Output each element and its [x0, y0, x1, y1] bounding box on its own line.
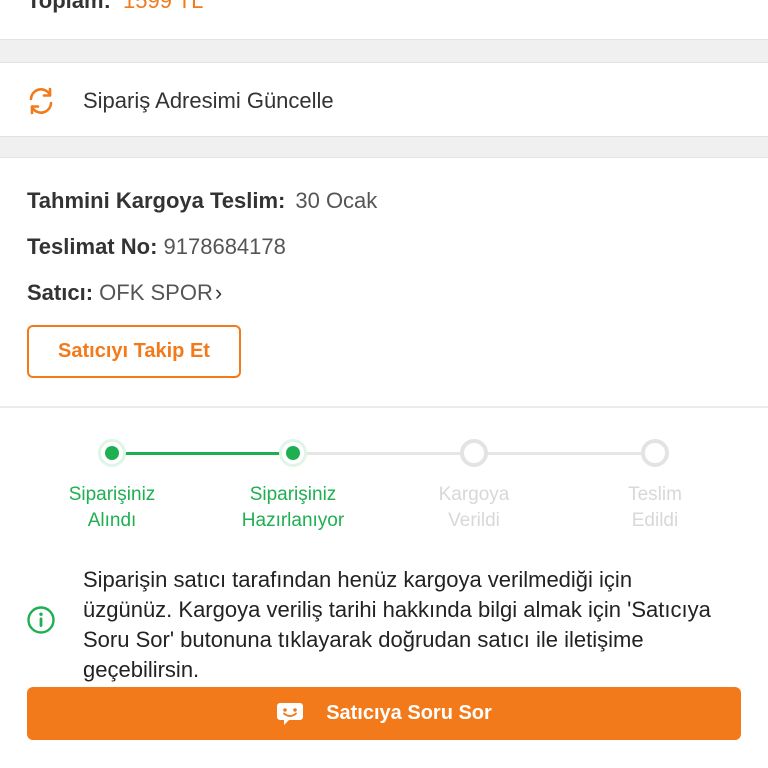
ask-seller-button[interactable]: Satıcıya Soru Sor: [27, 687, 741, 740]
step-label-received: Siparişiniz Alındı: [32, 482, 192, 534]
seller-label: Satıcı:: [27, 280, 94, 305]
order-total: Toplam: 1599 TL: [27, 0, 203, 14]
chat-bubble-icon: [277, 702, 304, 725]
step-label-line: Alındı: [87, 510, 137, 531]
step-label-line: Siparişiniz: [68, 484, 156, 505]
step-dot-received: [98, 439, 126, 467]
update-address-label: Sipariş Adresimi Güncelle: [83, 88, 334, 113]
step-dot-delivered: [641, 439, 669, 467]
seller-name-link[interactable]: OFK SPOR: [99, 280, 213, 305]
step-label-line: Edildi: [631, 510, 679, 531]
order-summary-card: Toplam: 1599 TL: [0, 0, 768, 40]
update-address-row[interactable]: Sipariş Adresimi Güncelle: [0, 62, 768, 137]
step-dot-preparing: [279, 439, 307, 467]
seller-row[interactable]: Satıcı: OFK SPOR›: [27, 280, 222, 306]
total-label: Toplam:: [27, 0, 111, 13]
delivery-number-label: Teslimat No:: [27, 234, 158, 259]
step-label-line: Teslim: [628, 484, 682, 505]
shipping-delay-notice: Siparişin satıcı tarafından henüz kargoy…: [83, 567, 711, 682]
step-label-delivered: Teslim Edildi: [575, 482, 735, 534]
estimated-delivery-value: 30 Ocak: [295, 188, 378, 213]
delivery-number-row: Teslimat No: 9178684178: [27, 234, 286, 260]
delivery-number-value: 9178684178: [163, 234, 286, 259]
total-value: 1599 TL: [123, 0, 204, 13]
estimated-delivery-row: Tahmini Kargoya Teslim: 30 Ocak: [27, 188, 377, 214]
chevron-right-icon: ›: [214, 280, 223, 305]
step-label-line: Hazırlanıyor: [241, 510, 345, 531]
estimated-delivery-label: Tahmini Kargoya Teslim:: [27, 188, 286, 213]
step-label-line: Siparişiniz: [249, 484, 337, 505]
step-label-line: Kargoya: [438, 484, 510, 505]
section-divider: [0, 406, 768, 408]
step-dot-shipped: [460, 439, 488, 467]
refresh-icon: [29, 87, 53, 115]
shipment-card: Tahmini Kargoya Teslim: 30 Ocak Teslimat …: [0, 157, 768, 768]
follow-seller-button[interactable]: Satıcıyı Takip Et: [27, 325, 241, 378]
order-progress-tracker: Siparişiniz Alındı Siparişiniz Hazırlanı…: [0, 433, 768, 533]
step-label-line: Verildi: [448, 510, 500, 531]
info-icon: [27, 606, 55, 634]
step-label-preparing: Siparişiniz Hazırlanıyor: [213, 482, 373, 534]
ask-seller-label: Satıcıya Soru Sor: [326, 702, 492, 724]
progress-line-completed: [100, 452, 300, 455]
step-label-shipped: Kargoya Verildi: [394, 482, 554, 534]
